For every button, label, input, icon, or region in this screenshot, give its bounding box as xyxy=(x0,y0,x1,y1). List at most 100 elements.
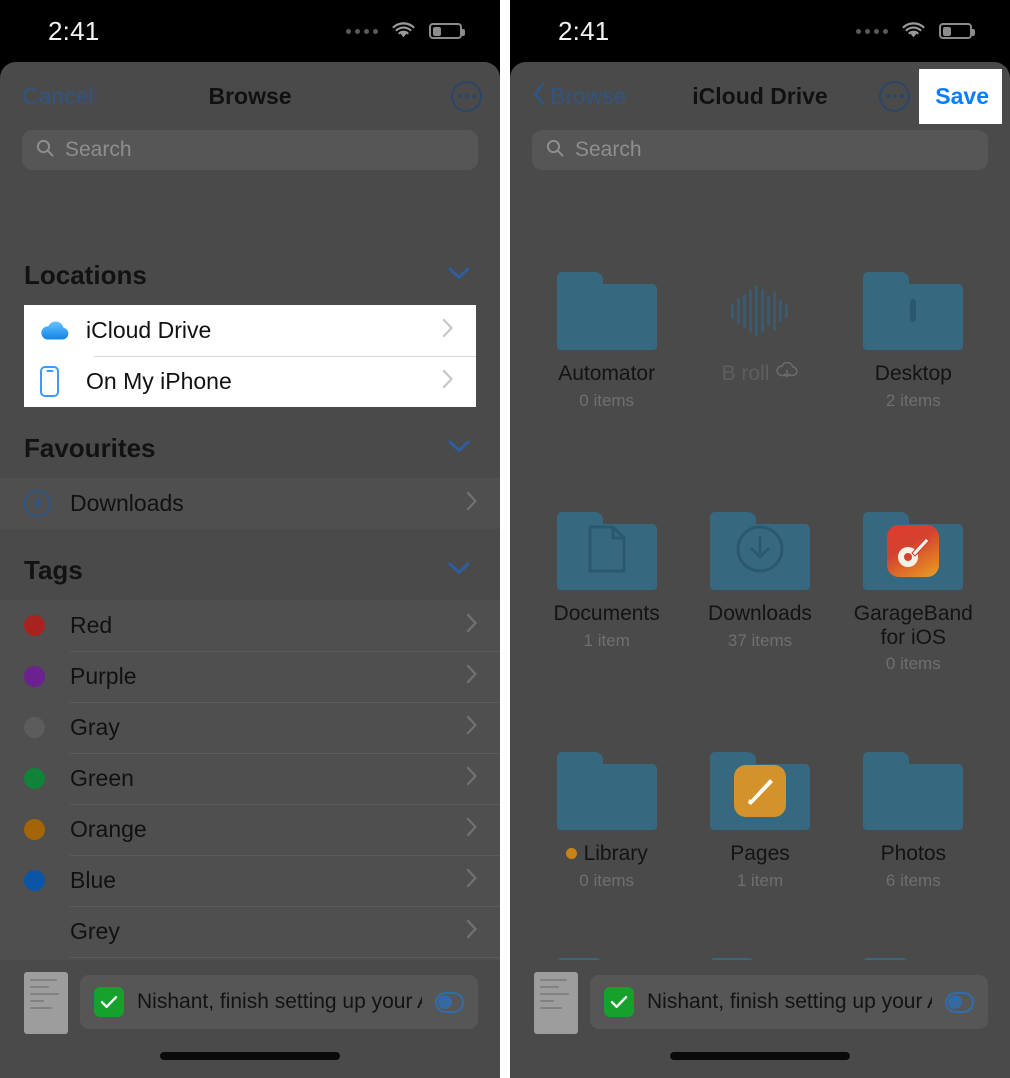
notification-text: Nishant, finish setting up your Ap... xyxy=(137,990,422,1013)
wifi-icon xyxy=(391,22,416,40)
iphone-icon xyxy=(40,366,86,397)
locations-group-highlighted: iCloud Drive On My iPhone xyxy=(24,305,476,407)
chevron-down-icon[interactable] xyxy=(448,440,470,458)
green-check-icon xyxy=(604,987,634,1017)
file-item-pages[interactable]: Pages 1 item xyxy=(687,748,832,988)
chevron-left-icon xyxy=(532,82,546,111)
file-grid[interactable]: Automator 0 items B roll Desktop 2 items Docu… xyxy=(510,242,1010,1078)
garageband-app-icon xyxy=(887,525,940,577)
right-search-wrap: Search xyxy=(510,130,1010,170)
file-item-count: 0 items xyxy=(885,654,941,674)
search-icon xyxy=(545,138,565,163)
status-time: 2:41 xyxy=(48,15,100,46)
save-button[interactable]: Save xyxy=(919,68,1002,124)
file-item-documents[interactable]: Documents 1 item xyxy=(534,508,679,748)
folder-icon xyxy=(863,752,964,830)
search-icon xyxy=(35,138,55,163)
document-thumbnail xyxy=(534,972,578,1034)
download-glyph-icon xyxy=(734,525,786,579)
chevron-down-icon[interactable] xyxy=(448,562,470,580)
section-title: Favourites xyxy=(24,433,156,463)
status-bar-right: 2:41 xyxy=(510,0,1010,62)
file-item-b-roll[interactable]: B roll xyxy=(687,268,832,508)
search-input[interactable]: Search xyxy=(22,130,478,170)
notification-text: Nishant, finish setting up your Ap... xyxy=(647,990,932,1013)
folder-icon xyxy=(709,512,810,590)
home-indicator xyxy=(160,1052,340,1060)
list-item-tag-orange[interactable]: Orange xyxy=(0,804,500,855)
chevron-right-icon xyxy=(442,369,454,394)
folder-icon xyxy=(863,272,964,350)
list-item-tag-purple[interactable]: Purple xyxy=(0,651,500,702)
signal-dots-icon xyxy=(856,28,888,34)
file-item-count: 37 items xyxy=(727,630,793,650)
file-item-library[interactable]: Library 0 items xyxy=(534,748,679,988)
download-circle-icon xyxy=(24,490,70,517)
siri-toggle-icon[interactable] xyxy=(945,991,974,1013)
tag-dot-icon xyxy=(24,870,70,891)
cancel-label: Cancel xyxy=(22,82,94,109)
left-navbar: Cancel Browse xyxy=(0,62,500,130)
cancel-button[interactable]: Cancel xyxy=(22,83,152,110)
notification-banner[interactable]: Nishant, finish setting up your Ap... xyxy=(590,975,988,1029)
list-item-label: Purple xyxy=(70,663,137,689)
list-item-label: Red xyxy=(70,612,113,638)
file-name: Downloads xyxy=(708,602,812,625)
file-item-downloads[interactable]: Downloads 37 items xyxy=(687,508,832,748)
pages-app-icon xyxy=(733,765,786,817)
file-item-desktop[interactable]: Desktop 2 items xyxy=(841,268,986,508)
file-item-photos[interactable]: Photos 6 items xyxy=(841,748,986,988)
signal-dots-icon xyxy=(346,28,378,34)
list-item-icloud-drive[interactable]: iCloud Drive xyxy=(24,305,476,356)
green-check-icon xyxy=(94,987,124,1017)
chevron-right-icon xyxy=(466,715,478,740)
chevron-right-icon xyxy=(466,919,478,944)
list-item-tag-grey[interactable]: Grey xyxy=(0,906,500,957)
file-item-automator[interactable]: Automator 0 items xyxy=(534,268,679,508)
browse-list[interactable]: Locations iCloud Drive On My iPhone Favo… xyxy=(0,234,500,1078)
list-item-label: On My iPhone xyxy=(86,368,232,394)
list-item-tag-gray[interactable]: Gray xyxy=(0,702,500,753)
list-item-downloads[interactable]: Downloads xyxy=(0,478,500,529)
file-name-row: Photos xyxy=(881,842,946,866)
list-item-tag-green[interactable]: Green xyxy=(0,753,500,804)
list-item-on-my-iphone[interactable]: On My iPhone xyxy=(24,356,476,407)
file-name-row: Automator xyxy=(558,362,655,386)
file-name-row: Pages xyxy=(730,842,790,866)
bottom-notification-bar-right: Nishant, finish setting up your Ap... xyxy=(510,960,1010,1078)
ellipsis-circle-icon[interactable] xyxy=(451,80,482,112)
back-to-browse-button[interactable]: Browse xyxy=(532,82,662,111)
folder-icon xyxy=(556,512,657,590)
chevron-right-icon xyxy=(442,318,454,343)
audio-waveform-icon xyxy=(710,272,810,350)
section-header-favourites[interactable]: Favourites xyxy=(0,407,500,478)
chevron-down-icon[interactable] xyxy=(448,267,470,285)
search-input[interactable]: Search xyxy=(532,130,988,170)
folder-icon xyxy=(863,512,964,590)
list-item-tag-blue[interactable]: Blue xyxy=(0,855,500,906)
tag-dot-icon xyxy=(24,717,70,738)
file-name-row: Desktop xyxy=(875,362,952,386)
file-item-count: 0 items xyxy=(579,870,635,890)
file-name-row: Library xyxy=(565,842,648,866)
right-navbar: Browse iCloud Drive Save xyxy=(510,62,1010,130)
chevron-right-icon xyxy=(466,766,478,791)
section-header-locations[interactable]: Locations xyxy=(0,234,500,305)
siri-toggle-icon[interactable] xyxy=(435,991,464,1013)
chevron-right-icon xyxy=(466,868,478,893)
tag-dot-icon xyxy=(565,848,577,860)
browse-sheet: Cancel Browse Search Locations iCloud Dr… xyxy=(0,62,500,1078)
file-item-count: 1 item xyxy=(583,630,630,650)
tag-dot-icon xyxy=(24,768,70,789)
list-item-tag-red[interactable]: Red xyxy=(0,600,500,651)
file-item-garageband-for-ios[interactable]: GarageBand for iOS 0 items xyxy=(841,508,986,748)
section-title: Tags xyxy=(24,555,83,585)
file-item-count: 1 item xyxy=(736,870,784,890)
section-header-tags[interactable]: Tags xyxy=(0,529,500,600)
status-indicators xyxy=(856,22,975,40)
ellipsis-circle-icon[interactable] xyxy=(879,80,911,112)
file-name-row: B roll xyxy=(722,362,799,386)
folder-icon xyxy=(556,272,657,350)
battery-low-icon xyxy=(939,23,975,39)
notification-banner[interactable]: Nishant, finish setting up your Ap... xyxy=(80,975,478,1029)
